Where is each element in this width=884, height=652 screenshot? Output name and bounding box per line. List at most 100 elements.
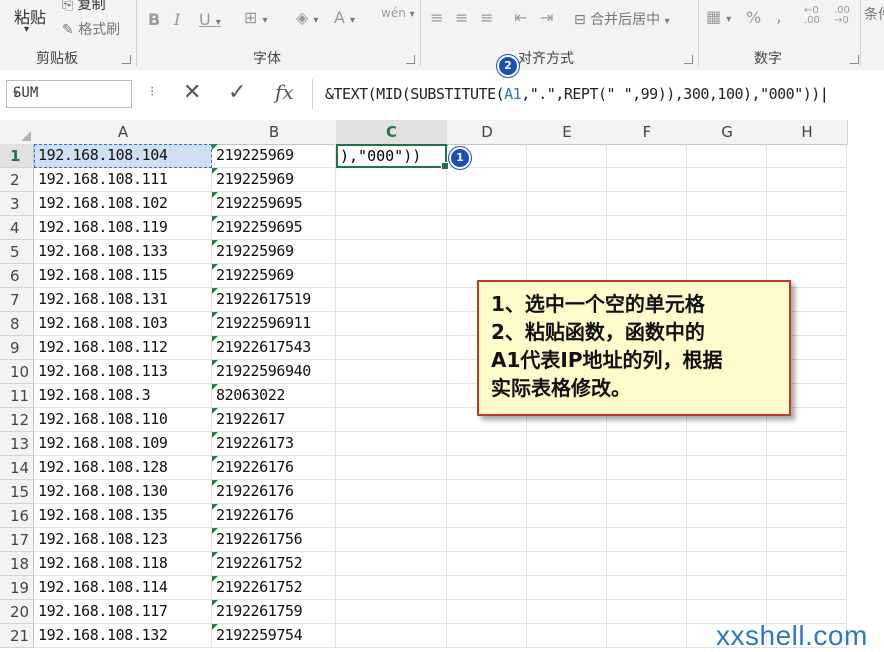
empty-cell[interactable]	[527, 528, 607, 552]
merge-center-button[interactable]: ⊟ 合并后居中 ▾	[574, 9, 670, 29]
row-header[interactable]: 3	[0, 192, 34, 216]
empty-cell[interactable]	[447, 480, 527, 504]
row-header[interactable]: 9	[0, 336, 34, 360]
empty-cell[interactable]	[607, 168, 687, 192]
empty-cell[interactable]	[336, 576, 447, 600]
paste-button[interactable]: 粘贴	[14, 4, 46, 28]
cell-ip[interactable]: 192.168.108.133	[34, 240, 212, 264]
increase-indent-icon[interactable]: ⇥	[540, 8, 553, 27]
empty-cell[interactable]	[336, 456, 447, 480]
empty-cell[interactable]	[336, 264, 447, 288]
empty-cell[interactable]	[767, 216, 847, 240]
cell-ip[interactable]: 192.168.108.119	[34, 216, 212, 240]
row-header[interactable]: 12	[0, 408, 34, 432]
decrease-indent-icon[interactable]: ⇤	[514, 8, 527, 27]
empty-cell[interactable]	[687, 552, 767, 576]
row-header[interactable]: 13	[0, 432, 34, 456]
cell-ip[interactable]: 192.168.108.118	[34, 552, 212, 576]
empty-cell[interactable]	[527, 600, 607, 624]
empty-cell[interactable]	[527, 504, 607, 528]
column-header-f[interactable]: F	[607, 120, 688, 145]
empty-cell[interactable]	[607, 576, 687, 600]
cell-ip[interactable]: 192.168.108.131	[34, 288, 212, 312]
cell-number[interactable]: 219226176	[212, 504, 336, 528]
empty-cell[interactable]	[607, 552, 687, 576]
cell-ip[interactable]: 192.168.108.128	[34, 456, 212, 480]
accounting-format-icon[interactable]: ▦ ▾	[706, 7, 731, 26]
column-header-d[interactable]: D	[447, 120, 528, 145]
underline-icon[interactable]: U ▾	[199, 10, 221, 29]
cell-ip[interactable]: 192.168.108.111	[34, 168, 212, 192]
empty-cell[interactable]	[447, 168, 527, 192]
empty-cell[interactable]	[767, 576, 847, 600]
cell-ip[interactable]: 192.168.108.130	[34, 480, 212, 504]
cell-number[interactable]: 2192259695	[212, 192, 336, 216]
column-header-a[interactable]: A	[34, 120, 213, 145]
empty-cell[interactable]	[527, 480, 607, 504]
empty-cell[interactable]	[527, 552, 607, 576]
cell-number[interactable]: 219225969	[212, 168, 336, 192]
cell-ip[interactable]: 192.168.108.114	[34, 576, 212, 600]
empty-cell[interactable]	[336, 552, 447, 576]
empty-cell[interactable]	[687, 192, 767, 216]
empty-cell[interactable]	[447, 216, 527, 240]
copy-button[interactable]: ⎘ 复制	[62, 0, 106, 14]
insert-function-icon[interactable]: fx	[275, 80, 294, 104]
empty-cell[interactable]	[527, 192, 607, 216]
cell-number[interactable]: 21922617519	[212, 288, 336, 312]
row-header[interactable]: 18	[0, 552, 34, 576]
empty-cell[interactable]	[527, 576, 607, 600]
empty-cell[interactable]	[767, 432, 847, 456]
empty-cell[interactable]	[687, 168, 767, 192]
empty-cell[interactable]	[336, 288, 447, 312]
cell-number[interactable]: 2192259754	[212, 624, 336, 648]
cell-ip[interactable]: 192.168.108.109	[34, 432, 212, 456]
column-header-g[interactable]: G	[687, 120, 768, 145]
name-box-dropdown-icon[interactable]: ▼	[13, 89, 126, 99]
font-launcher-icon[interactable]	[406, 55, 415, 64]
empty-cell[interactable]	[336, 504, 447, 528]
empty-cell[interactable]	[336, 624, 447, 648]
cell-number[interactable]: 219226176	[212, 480, 336, 504]
cell-number[interactable]: 219226173	[212, 432, 336, 456]
font-color-icon[interactable]: A ▾	[334, 8, 355, 27]
empty-cell[interactable]	[447, 192, 527, 216]
increase-decimal-icon[interactable]: ←0.00	[804, 6, 820, 26]
empty-cell[interactable]	[336, 336, 447, 360]
empty-cell[interactable]	[607, 216, 687, 240]
empty-cell[interactable]	[767, 552, 847, 576]
empty-cell[interactable]	[527, 456, 607, 480]
empty-cell[interactable]	[767, 144, 847, 168]
border-icon[interactable]: ⊞ ▾	[244, 8, 268, 27]
empty-cell[interactable]	[336, 192, 447, 216]
cell-number[interactable]: 21922617543	[212, 336, 336, 360]
column-header-c[interactable]: C	[336, 120, 448, 146]
empty-cell[interactable]	[607, 144, 687, 168]
clipboard-launcher-icon[interactable]	[122, 55, 131, 64]
empty-cell[interactable]	[607, 600, 687, 624]
empty-cell[interactable]	[767, 240, 847, 264]
cell-ip[interactable]: 192.168.108.104	[34, 144, 212, 168]
empty-cell[interactable]	[767, 456, 847, 480]
empty-cell[interactable]	[687, 480, 767, 504]
cell-ip[interactable]: 192.168.108.123	[34, 528, 212, 552]
empty-cell[interactable]	[527, 240, 607, 264]
empty-cell[interactable]	[767, 528, 847, 552]
cell-ip[interactable]: 192.168.108.102	[34, 192, 212, 216]
cell-number[interactable]: 2192261752	[212, 552, 336, 576]
empty-cell[interactable]	[607, 528, 687, 552]
empty-cell[interactable]	[607, 456, 687, 480]
empty-cell[interactable]	[687, 240, 767, 264]
empty-cell[interactable]	[447, 528, 527, 552]
cell-number[interactable]: 2192259695	[212, 216, 336, 240]
empty-cell[interactable]	[447, 432, 527, 456]
fill-handle[interactable]	[441, 162, 449, 170]
align-center-icon[interactable]: ≡	[455, 8, 468, 27]
empty-cell[interactable]	[447, 600, 527, 624]
cell-number[interactable]: 2192261759	[212, 600, 336, 624]
empty-cell[interactable]	[607, 192, 687, 216]
cell-number[interactable]: 219226176	[212, 456, 336, 480]
italic-icon[interactable]: I	[174, 10, 180, 29]
empty-cell[interactable]	[336, 168, 447, 192]
empty-cell[interactable]	[336, 408, 447, 432]
